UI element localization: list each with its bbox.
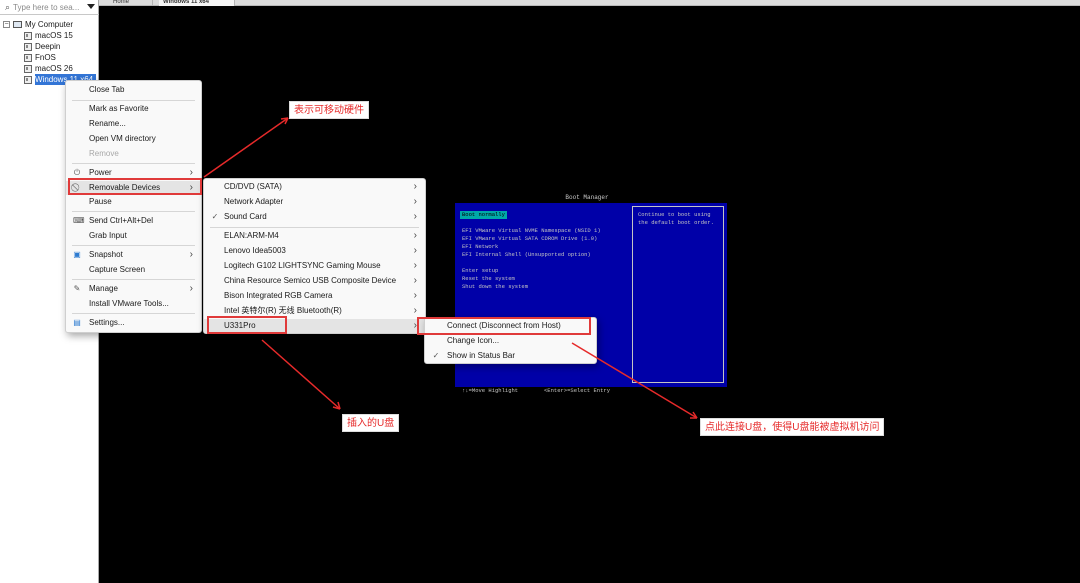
arrow-usb xyxy=(261,339,341,410)
annotation-removable: 表示可移动硬件 xyxy=(289,101,369,119)
annotation-arrows xyxy=(203,117,698,419)
annotation-connect: 点此连接U盘，使得U盘能被虚拟机访问 xyxy=(700,418,885,436)
arrow-connect xyxy=(571,342,698,419)
annotation-usb: 插入的U盘 xyxy=(342,414,400,432)
arrow-removable xyxy=(203,117,289,178)
